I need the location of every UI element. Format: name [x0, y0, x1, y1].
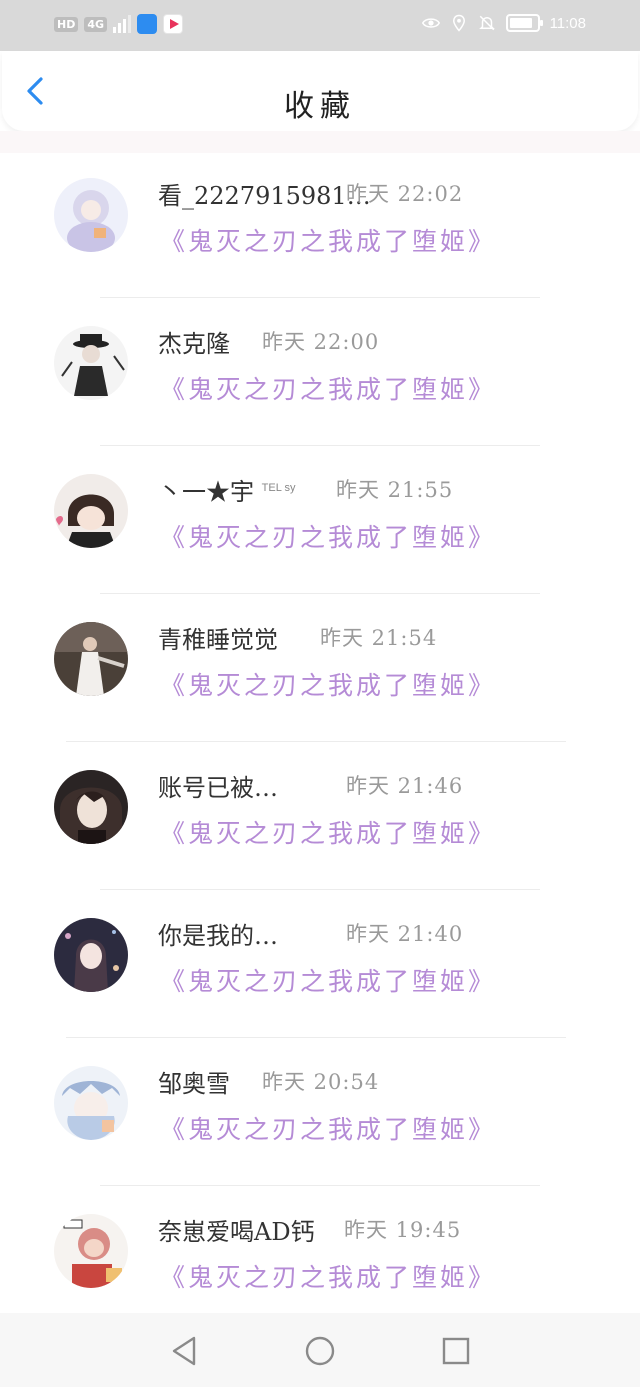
user-name: 丶一★宇 TEL sy — [158, 478, 296, 506]
avatar — [54, 326, 128, 400]
list-item[interactable]: 账号已被… 昨天 21:46 《鬼灭之刃之我成了堕姬》 — [0, 742, 640, 890]
list-item[interactable]: 你是我的… 昨天 21:40 《鬼灭之刃之我成了堕姬》 — [0, 890, 640, 1038]
location-icon — [452, 14, 465, 32]
book-title: 《鬼灭之刃之我成了堕姬》 — [160, 967, 497, 996]
favorite-time: 昨天 22:00 — [262, 330, 380, 354]
status-time: 11:08 — [549, 14, 586, 32]
favorite-time: 昨天 22:02 — [346, 182, 464, 206]
status-bar: HD 4G 11:08 — [0, 0, 640, 51]
favorite-time: 昨天 21:46 — [346, 774, 464, 798]
battery-icon — [505, 14, 543, 32]
user-name: 青稚睡觉觉 — [158, 626, 278, 654]
nav-home-button[interactable] — [302, 1333, 338, 1369]
avatar — [54, 178, 128, 252]
avatar — [54, 1066, 128, 1140]
favorite-time: 昨天 20:54 — [262, 1070, 380, 1094]
book-title: 《鬼灭之刃之我成了堕姬》 — [160, 227, 497, 256]
mute-bell-icon — [478, 15, 495, 31]
app-notification-icon — [137, 14, 158, 34]
avatar — [54, 474, 128, 548]
circle-home-icon — [305, 1336, 335, 1366]
name-suffix: TEL sy — [261, 482, 296, 494]
list-item[interactable]: 青稚睡觉觉 昨天 21:54 《鬼灭之刃之我成了堕姬》 — [0, 594, 640, 742]
page-title: 收藏 — [284, 89, 356, 124]
list-item[interactable]: 丶一★宇 TEL sy 昨天 21:55 《鬼灭之刃之我成了堕姬》 — [0, 446, 640, 594]
header: 收藏 — [2, 51, 638, 131]
book-title: 《鬼灭之刃之我成了堕姬》 — [160, 671, 497, 700]
favorite-time: 昨天 19:45 — [344, 1218, 462, 1242]
favorite-time: 昨天 21:54 — [320, 626, 438, 650]
avatar — [54, 918, 128, 992]
user-name: 看_2227915981… — [158, 182, 371, 210]
book-title: 《鬼灭之刃之我成了堕姬》 — [160, 375, 497, 404]
hd-badge: HD — [54, 16, 79, 32]
favorite-time: 昨天 21:40 — [346, 922, 464, 946]
network-type: 4G — [84, 16, 108, 32]
avatar — [54, 1214, 128, 1288]
square-recent-icon — [442, 1337, 470, 1365]
nav-back-button[interactable] — [166, 1333, 202, 1369]
triangle-back-icon — [172, 1336, 196, 1366]
book-title: 《鬼灭之刃之我成了堕姬》 — [160, 1115, 497, 1144]
book-title: 《鬼灭之刃之我成了堕姬》 — [160, 523, 497, 552]
signal-icon — [113, 15, 132, 33]
user-name: 你是我的… — [158, 922, 278, 950]
status-left: HD 4G — [54, 14, 184, 34]
list-item[interactable]: 奈崽爱喝AD钙 昨天 19:45 《鬼灭之刃之我成了堕姬》 — [0, 1186, 640, 1334]
list-item[interactable]: 杰克隆 昨天 22:00 《鬼灭之刃之我成了堕姬》 — [0, 298, 640, 446]
user-name: 邹奥雪 — [158, 1070, 230, 1098]
user-name: 杰克隆 — [158, 330, 230, 358]
system-nav-bar — [0, 1313, 640, 1387]
favorite-time: 昨天 21:55 — [336, 478, 454, 502]
user-name: 账号已被… — [158, 774, 278, 802]
avatar — [54, 770, 128, 844]
favorites-list: 看_2227915981… 昨天 22:02 《鬼灭之刃之我成了堕姬》 杰克隆 … — [0, 150, 640, 1334]
user-name: 奈崽爱喝AD钙 — [158, 1218, 315, 1246]
video-app-notification-icon — [163, 14, 184, 34]
status-right: 11:08 — [421, 14, 586, 32]
book-title: 《鬼灭之刃之我成了堕姬》 — [160, 819, 497, 848]
nav-recent-button[interactable] — [438, 1333, 474, 1369]
list-item[interactable]: 看_2227915981… 昨天 22:02 《鬼灭之刃之我成了堕姬》 — [0, 150, 640, 298]
eye-icon — [421, 18, 440, 28]
book-title: 《鬼灭之刃之我成了堕姬》 — [160, 1263, 497, 1292]
avatar — [54, 622, 128, 696]
list-item[interactable]: 邹奥雪 昨天 20:54 《鬼灭之刃之我成了堕姬》 — [0, 1038, 640, 1186]
